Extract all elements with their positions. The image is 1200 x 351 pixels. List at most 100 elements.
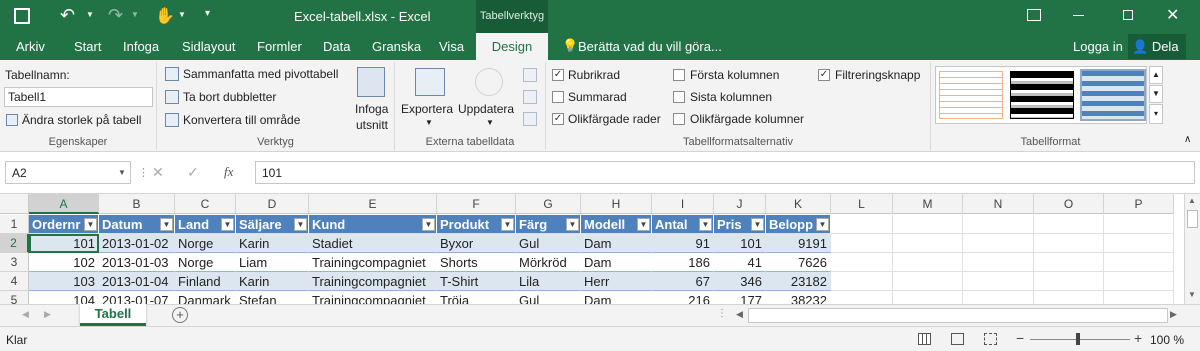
table-cell[interactable]: Dam [581,253,652,272]
table-cell[interactable]: 9191 [766,234,831,253]
table-cell[interactable]: Stefan [236,291,309,304]
empty-cell[interactable] [963,253,1034,272]
table-cell[interactable]: 2013-01-04 [99,272,175,291]
add-sheet-icon[interactable]: + [172,307,188,323]
filter-dropdown-icon[interactable]: ▼ [699,218,712,231]
tab-sidlayout[interactable]: Sidlayout [182,39,235,54]
slicer-button-line2[interactable]: utsnitt [356,118,388,132]
table-cell[interactable]: Liam [236,253,309,272]
name-box-dropdown-icon[interactable]: ▼ [118,168,126,177]
page-break-view-icon[interactable] [984,333,997,345]
table-header-pris[interactable]: Pris ▼ [714,215,766,234]
empty-cell[interactable] [831,234,893,253]
empty-cell[interactable] [831,291,893,304]
share-button[interactable]: 👤 Dela [1128,34,1186,59]
empty-cell[interactable] [831,215,893,234]
header-row-checkbox[interactable]: ✓ [552,69,564,81]
empty-cell[interactable] [963,234,1034,253]
column-header-i[interactable]: I [652,194,714,214]
empty-cell[interactable] [893,215,963,234]
scroll-right-icon[interactable]: ▶ [1170,309,1177,320]
gallery-more-icon[interactable]: ▾ [1149,104,1163,124]
table-cell[interactable]: Karin [236,272,309,291]
tell-me-input[interactable]: Berätta vad du vill göra... [578,39,722,54]
tab-split-handle-icon[interactable]: ⋮ [717,308,727,319]
redo-dropdown-icon[interactable]: ▼ [131,10,139,19]
filter-dropdown-icon[interactable]: ▼ [566,218,579,231]
column-header-k[interactable]: K [766,194,831,214]
formula-bar-options-icon[interactable]: ⋮ [138,166,149,179]
empty-cell[interactable] [963,291,1034,304]
maximize-icon[interactable] [1123,10,1133,20]
empty-cell[interactable] [1104,253,1174,272]
convert-range-button[interactable]: Konvertera till område [183,113,300,127]
empty-cell[interactable] [1104,291,1174,304]
column-header-d[interactable]: D [236,194,309,214]
table-cell[interactable]: 177 [714,291,766,304]
table-cell[interactable]: Lila [516,272,581,291]
touch-dropdown-icon[interactable]: ▼ [178,10,186,19]
table-header-saljare[interactable]: Säljare ▼ [236,215,309,234]
total-row-checkbox[interactable] [552,91,564,103]
filter-dropdown-icon[interactable]: ▼ [221,218,234,231]
normal-view-icon[interactable] [918,333,931,345]
resize-table-button[interactable]: Ändra storlek på tabell [22,113,141,127]
table-cell[interactable]: 7626 [766,253,831,272]
empty-cell[interactable] [831,272,893,291]
table-header-antal[interactable]: Antal ▼ [652,215,714,234]
filter-dropdown-icon[interactable]: ▼ [160,218,173,231]
table-cell[interactable]: Dam [581,291,652,304]
filter-dropdown-icon[interactable]: ▼ [294,218,307,231]
filter-dropdown-icon[interactable]: ▼ [422,218,435,231]
select-all-corner[interactable] [0,194,29,214]
row-header-3[interactable]: 3 [0,253,29,272]
name-box[interactable]: A2 [5,161,131,184]
column-header-m[interactable]: M [893,194,963,214]
table-cell[interactable]: Finland [175,272,236,291]
row-header-5[interactable]: 5 [0,291,29,304]
table-cell[interactable]: 2013-01-02 [99,234,175,253]
touch-mode-icon[interactable]: ✋ [155,6,175,26]
filter-dropdown-icon[interactable]: ▼ [816,218,829,231]
scroll-up-icon[interactable]: ▲ [1188,196,1196,205]
table-cell[interactable]: Norge [175,253,236,272]
style-swatch-orange[interactable] [939,71,1003,119]
empty-cell[interactable] [1104,234,1174,253]
table-cell[interactable]: 104 [29,291,99,304]
empty-cell[interactable] [1034,272,1104,291]
empty-cell[interactable] [1034,234,1104,253]
banded-rows-checkbox[interactable]: ✓ [552,113,564,125]
filter-button-checkbox[interactable]: ✓ [818,69,830,81]
cancel-icon[interactable]: ✕ [152,164,164,181]
empty-cell[interactable] [1104,215,1174,234]
style-swatch-black[interactable] [1010,71,1074,119]
empty-cell[interactable] [1034,215,1104,234]
next-sheet-icon[interactable]: ▶ [44,309,51,320]
table-cell[interactable]: Dam [581,234,652,253]
table-cell[interactable]: Trainingcompagniet [309,253,437,272]
table-cell[interactable]: 67 [652,272,714,291]
empty-cell[interactable] [893,234,963,253]
undo-dropdown-icon[interactable]: ▼ [86,10,94,19]
scroll-down-icon[interactable]: ▼ [1188,290,1196,299]
table-cell[interactable]: Norge [175,234,236,253]
row-header-2[interactable]: 2 [0,234,29,253]
table-header-ordernr[interactable]: Ordernr ▼ [29,215,99,234]
gallery-down-icon[interactable]: ▼ [1149,85,1163,103]
open-browser-icon[interactable] [523,90,537,104]
table-cell[interactable]: Tröja [437,291,516,304]
prev-sheet-icon[interactable]: ◀ [22,309,29,320]
table-cell[interactable]: 186 [652,253,714,272]
table-header-datum[interactable]: Datum ▼ [99,215,175,234]
table-cell[interactable]: Gul [516,234,581,253]
table-cell[interactable]: Danmark [175,291,236,304]
login-link[interactable]: Logga in [1073,39,1123,54]
table-cell[interactable]: 41 [714,253,766,272]
vertical-scroll-thumb[interactable] [1187,210,1198,228]
table-cell[interactable]: 2013-01-07 [99,291,175,304]
tab-arkiv[interactable]: Arkiv [16,39,45,54]
zoom-level[interactable]: 100 % [1150,333,1184,347]
sheet-tab-tabell[interactable]: Tabell [80,304,146,326]
insert-function-icon[interactable]: fx [224,164,233,180]
redo-icon[interactable]: ↷ [108,5,123,26]
